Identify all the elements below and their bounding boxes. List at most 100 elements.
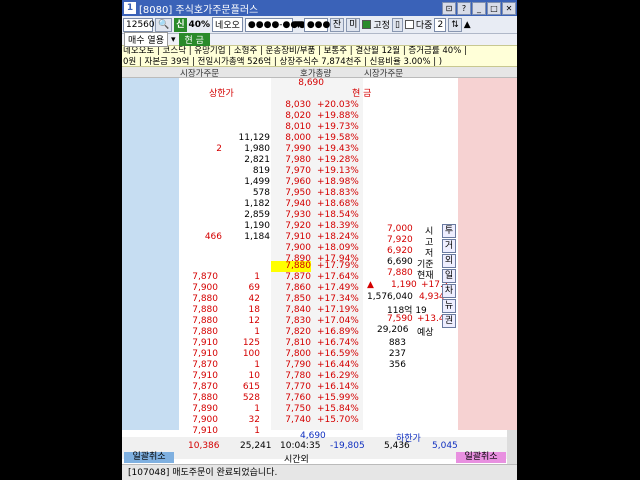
side-tab[interactable]: 외 [442,254,456,268]
sell-order-price[interactable]: 7,910 [184,371,218,382]
bid-row[interactable]: 7,900 32 7,740 +15.70% [122,415,517,426]
sell-order-price[interactable]: 7,900 [184,415,218,426]
spin-icon[interactable]: ⇅ [448,17,462,32]
bid-row[interactable]: 7,880127,830+17.04%363 [122,316,517,327]
close-icon[interactable]: ✕ [502,1,516,15]
dropdown-icon[interactable]: ▼ [295,20,302,30]
mark-icon[interactable]: ▲ [464,20,471,30]
ask-row[interactable]: 11,129 8,000 +19.58% [122,133,517,144]
ask-row[interactable]: 8,010 +19.73% [122,122,517,133]
sell-order-price[interactable]: 7,910 [184,338,218,349]
current-price[interactable]: 7,880 [271,261,311,272]
current-price-row[interactable]: 7,880 +17.79% 141 [122,261,517,272]
maximize-icon[interactable]: □ [487,1,501,15]
sell-order-price[interactable]: 7,870 [184,360,218,371]
sell-order-price[interactable]: 7,880 [184,327,218,338]
bid-price[interactable]: 7,870 [271,272,311,283]
bid-price[interactable]: 7,820 [271,327,311,338]
ask-price[interactable]: 7,960 [271,177,311,188]
ask-price[interactable]: 8,020 [271,111,311,122]
ask-row[interactable]: 2 1,980 7,990 +19.43% [122,144,517,155]
bid-price[interactable]: 7,830 [271,316,311,327]
bid-price[interactable]: 7,790 [271,360,311,371]
ask-price[interactable]: 7,990 [271,144,311,155]
bid-row[interactable]: 7,880187,840+17.19%265 [122,305,517,316]
sell-order-price[interactable]: 7,910 [184,349,218,360]
bid-price[interactable]: 7,750 [271,404,311,415]
sell-order-price[interactable]: 7,880 [184,316,218,327]
side-tab[interactable]: 투 [442,224,456,238]
ask-row[interactable]: 578 7,950 +18.83% [122,188,517,199]
ask-row[interactable]: 1,182 7,940 +18.68% [122,199,517,210]
ask-price[interactable]: 8,000 [271,133,311,144]
sell-order-price[interactable]: 7,870 [184,382,218,393]
bid-price[interactable]: 7,800 [271,349,311,360]
sell-order-price[interactable]: 7,880 [184,294,218,305]
bid-row[interactable]: 7,880 528 7,760 +15.99% [122,393,517,404]
bid-price[interactable]: 7,760 [271,393,311,404]
bid-price[interactable]: 7,740 [271,415,311,426]
ask-price[interactable]: 7,910 [271,232,311,243]
unfilled-button[interactable]: 미 [346,17,361,32]
bid-row[interactable]: 7,890 1 7,750 +15.84% [122,404,517,415]
stock-code-input[interactable]: 12560 [123,17,155,32]
multi-count-input[interactable]: 2 [434,17,447,32]
page-button[interactable]: ▯ [391,17,403,32]
sell-order-price[interactable]: 7,890 [184,404,218,415]
bid-row[interactable]: 7,870 1 7,790 +16.44% 356 [122,360,517,371]
side-tab[interactable]: 뉴 [442,299,456,313]
sell-order-price[interactable]: 7,880 [184,393,218,404]
ask-row[interactable]: 1,190 7,920 +18.39% [122,221,517,232]
ask-row[interactable]: 466 1,184 7,910 +18.24% [122,232,517,243]
fixed-checkbox[interactable] [362,19,372,30]
ask-row[interactable]: 7,900 +18.09% [122,243,517,254]
bid-row[interactable]: 7,910 125 7,810 +16.74% 883 [122,338,517,349]
bid-row[interactable]: 7,880427,850+17.34%2,153 [122,294,517,305]
scrollbar[interactable] [507,430,517,464]
side-tab[interactable]: 권 [442,314,456,328]
search-icon[interactable]: 🔍 [155,17,173,32]
cancel-all-sell-button[interactable]: 일괄취소 [124,452,174,463]
ask-price[interactable]: 7,930 [271,210,311,221]
bid-price[interactable]: 7,770 [271,382,311,393]
sell-order-price[interactable]: 7,910 [184,426,218,437]
sell-order-price[interactable]: 7,880 [184,305,218,316]
bid-price[interactable]: 7,780 [271,371,311,382]
ask-row[interactable]: 1,499 7,960 +18.98% [122,177,517,188]
help-icon[interactable]: ? [457,1,471,15]
bid-price[interactable]: 7,810 [271,338,311,349]
ask-price[interactable]: 7,950 [271,188,311,199]
multi-checkbox[interactable] [404,20,414,29]
sell-order-price[interactable]: 7,870 [184,272,218,283]
bid-price[interactable]: 7,850 [271,294,311,305]
order-type-select[interactable]: 매수 열용 [124,32,168,47]
ask-price[interactable]: 8,010 [271,122,311,133]
dropdown-icon[interactable]: ▾ [171,35,176,45]
bid-row[interactable]: 7,87017,870+17.64%3601 [122,272,517,283]
sell-order-price[interactable]: 7,900 [184,283,218,294]
ask-row[interactable]: 8,020 +19.88% [122,111,517,122]
cancel-all-buy-button[interactable]: 일괄취소 [456,452,506,463]
password-input[interactable]: ●●●● [303,17,338,32]
minimize-icon[interactable]: _ [472,1,486,15]
bid-row[interactable]: 7,910 10 7,780 +16.29% [122,371,517,382]
ask-price[interactable]: 7,940 [271,199,311,210]
balance-button[interactable]: 잔 [329,17,345,32]
bid-price[interactable]: 7,840 [271,305,311,316]
ask-row[interactable]: 2,821 7,980 +19.28% [122,155,517,166]
bid-row[interactable]: 7,910 100 7,800 +16.59% 237 [122,349,517,360]
ask-row[interactable]: 8,030 +20.03% [122,100,517,111]
ask-price[interactable]: 7,920 [271,221,311,232]
ask-row[interactable]: 819 7,970 +19.13% [122,166,517,177]
ask-row[interactable]: 2,859 7,930 +18.54% [122,210,517,221]
ask-price[interactable]: 8,030 [271,100,311,111]
cash-tab[interactable]: 현 금 [178,33,210,46]
ask-price[interactable]: 7,900 [271,243,311,254]
ask-price[interactable]: 7,980 [271,155,311,166]
pin-icon[interactable]: ⊡ [442,1,456,15]
bid-row[interactable]: 7,870 615 7,770 +16.14% [122,382,517,393]
side-tab[interactable]: 차 [442,284,456,298]
bid-price[interactable]: 7,860 [271,283,311,294]
ask-price[interactable]: 7,970 [271,166,311,177]
side-tab[interactable]: 일 [442,269,456,283]
